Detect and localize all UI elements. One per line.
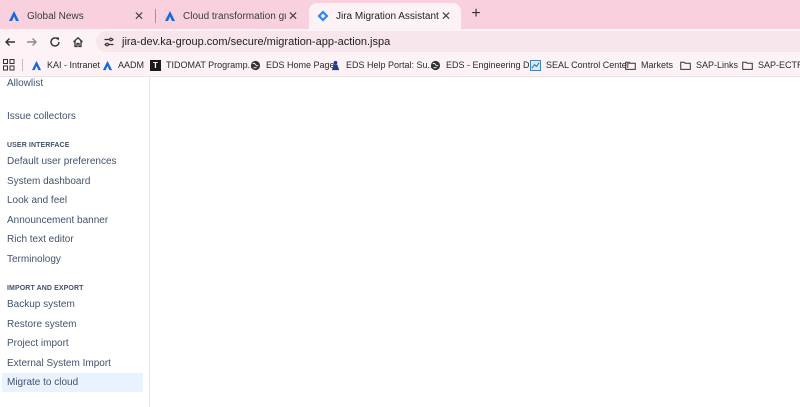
back-button[interactable] [1, 33, 18, 50]
bookmark-seal-control-center[interactable]: SEAL Control Center [530, 54, 630, 76]
bookmark-folder-sap-ectr[interactable]: SAP-ECTR [742, 54, 800, 76]
sidebar-item-migrate-to-cloud[interactable]: Migrate to cloud [2, 373, 143, 392]
atlassian-icon [31, 60, 42, 70]
bookmark-label: SAP-ECTR [758, 60, 800, 70]
sidebar-item-external-system-import[interactable]: External System Import [0, 354, 144, 373]
seal-icon [530, 59, 541, 71]
sidebar-item-allowlist[interactable]: Allowlist [0, 74, 144, 93]
bookmark-label: KAI - Intranet [47, 60, 101, 70]
help-portal-icon [331, 60, 340, 70]
bookmark-label: Markets [641, 60, 674, 70]
arrow-left-icon [4, 37, 15, 46]
address-bar[interactable]: jira-dev.ka-group.com/secure/migration-a… [96, 31, 800, 52]
home-icon [72, 36, 83, 47]
bookmark-label: TIDOMAT Programp... [166, 60, 256, 70]
globe-icon [250, 60, 261, 70]
bookmark-kai-intranet[interactable]: KAI - Intranet [31, 54, 100, 76]
tab-title: Jira Migration Assistant - KA JIR [336, 10, 439, 22]
bookmark-label: AADM [118, 60, 145, 70]
sidebar-heading-import-and-export: IMPORT AND EXPORT [7, 285, 84, 292]
atlassian-icon [9, 11, 19, 21]
tab-jira-migration-assistant[interactable]: Jira Migration Assistant - KA JIR ✕ [309, 3, 461, 29]
bookmark-label: EDS Home Page [266, 60, 335, 70]
globe-icon [430, 60, 441, 70]
forward-button[interactable] [23, 33, 40, 50]
sidebar-heading-user-interface: USER INTERFACE [7, 142, 70, 149]
bookmark-eds-home-page[interactable]: EDS Home Page [250, 54, 335, 76]
new-tab-button[interactable]: + [467, 5, 485, 23]
folder-icon [680, 61, 691, 70]
atlassian-icon [165, 11, 175, 21]
tab-title: Global News [27, 10, 84, 22]
folder-icon [742, 61, 753, 70]
sidebar-item-default-user-preferences[interactable]: Default user preferences [0, 152, 144, 171]
tidomat-icon: T [150, 59, 161, 71]
apps-grid-icon[interactable] [3, 59, 15, 71]
close-icon[interactable]: ✕ [286, 9, 300, 23]
reload-button[interactable] [46, 33, 63, 50]
sidebar-item-restore-system[interactable]: Restore system [0, 315, 144, 334]
bookmark-folder-markets[interactable]: Markets [625, 54, 673, 76]
sidebar-item-project-import[interactable]: Project import [0, 334, 144, 353]
atlassian-icon [102, 60, 113, 70]
reload-icon [49, 36, 60, 47]
browser-toolbar: jira-dev.ka-group.com/secure/migration-a… [0, 29, 800, 54]
bookmark-eds-engineering[interactable]: EDS - Engineering D... [430, 54, 537, 76]
tab-title: Cloud transformation guide | A [183, 10, 286, 22]
jira-icon [317, 10, 329, 22]
tab-strip: Global News ✕ Cloud transformation guide… [0, 0, 800, 29]
bookmark-aadm[interactable]: AADM [102, 54, 144, 76]
sidebar-item-announcement-banner[interactable]: Announcement banner [0, 211, 144, 230]
sidebar-item-terminology[interactable]: Terminology [0, 250, 144, 269]
site-settings-icon[interactable] [102, 35, 116, 49]
bookmark-label: EDS Help Portal: Su... [346, 60, 436, 70]
tab-global-news[interactable]: Global News ✕ [0, 3, 154, 29]
admin-sidebar: Allowlist Issue collectors USER INTERFAC… [0, 77, 150, 407]
tab-cloud-transformation-guide[interactable]: Cloud transformation guide | A ✕ [156, 3, 308, 29]
bookmark-eds-help-portal[interactable]: EDS Help Portal: Su... [330, 54, 435, 76]
sidebar-item-issue-collectors[interactable]: Issue collectors [0, 107, 144, 126]
bookmark-folder-sap-links[interactable]: SAP-Links [680, 54, 738, 76]
close-icon[interactable]: ✕ [439, 9, 453, 23]
bookmark-tidomat[interactable]: T TIDOMAT Programp... [150, 54, 255, 76]
main-content [151, 77, 800, 407]
url-text[interactable]: jira-dev.ka-group.com/secure/migration-a… [122, 36, 390, 48]
home-button[interactable] [69, 33, 86, 50]
sidebar-item-backup-system[interactable]: Backup system [0, 295, 144, 314]
sidebar-item-system-dashboard[interactable]: System dashboard [0, 172, 144, 191]
bookmark-label: SAP-Links [696, 60, 739, 70]
bookmark-label: EDS - Engineering D... [446, 60, 538, 70]
close-icon[interactable]: ✕ [132, 9, 146, 23]
arrow-right-icon [26, 37, 37, 46]
bookmark-label: SEAL Control Center [546, 60, 630, 70]
sidebar-item-look-and-feel[interactable]: Look and feel [0, 191, 144, 210]
folder-icon [625, 61, 636, 70]
sidebar-item-rich-text-editor[interactable]: Rich text editor [0, 230, 144, 249]
bookmarks-divider [22, 59, 23, 71]
